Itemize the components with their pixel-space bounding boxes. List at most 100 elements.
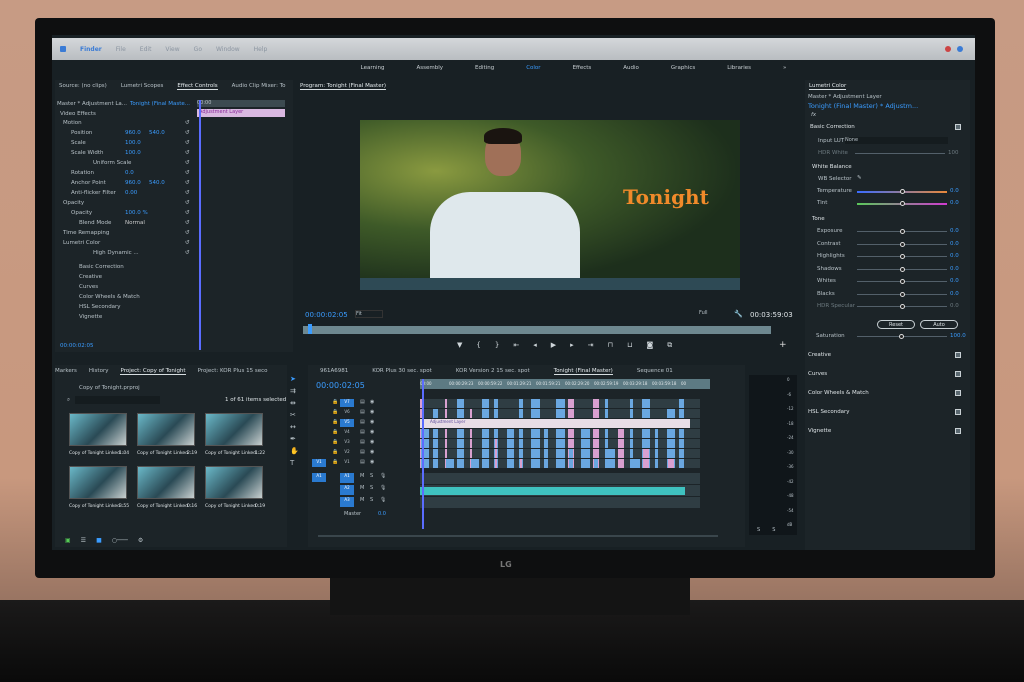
video-clip[interactable] (495, 459, 497, 468)
basic-correction-checkbox[interactable] (955, 124, 961, 130)
video-track-V7[interactable] (420, 399, 700, 408)
slider-value[interactable]: 0.0 (950, 303, 959, 309)
clip-name[interactable]: Copy of Tonight Linked... (137, 504, 192, 509)
source-patch[interactable]: V1 (312, 459, 326, 467)
video-clip[interactable] (494, 399, 498, 408)
timeline-tab[interactable]: Tonight (Final Master) (553, 368, 613, 375)
program-scrub-bar[interactable] (303, 326, 771, 334)
slider-value[interactable]: 0.0 (950, 253, 959, 259)
go-to-in-icon[interactable]: ⇤ (513, 341, 519, 350)
effect-row-label[interactable]: Motion (63, 120, 82, 126)
effect-row-label[interactable]: Lumetri Color (63, 240, 100, 246)
track-select-icon[interactable]: ⇉ (290, 387, 302, 395)
type-tool-icon[interactable]: T (290, 459, 302, 467)
video-clip[interactable] (445, 409, 447, 418)
workspace-effects[interactable]: Effects (573, 65, 592, 71)
video-clip[interactable] (568, 399, 574, 408)
video-clip[interactable] (433, 409, 438, 418)
video-clip[interactable] (519, 449, 523, 458)
video-clip[interactable] (655, 429, 658, 438)
clip-thumbnail[interactable] (205, 413, 263, 446)
settings-icon[interactable]: ⚙ (138, 537, 143, 544)
microphone-icon[interactable]: 🎙 (380, 485, 386, 491)
video-clip[interactable] (593, 449, 599, 458)
tone-heading[interactable]: Tone (812, 216, 825, 222)
section-hsl-secondary[interactable]: HSL Secondary (808, 409, 850, 415)
ec-timecode[interactable]: 00:00:02:05 (60, 343, 94, 349)
sync-icon[interactable]: ▤ (360, 399, 365, 405)
video-clip[interactable] (679, 449, 684, 458)
mute-button[interactable]: M (360, 497, 364, 503)
mute-button[interactable]: M (360, 485, 364, 491)
lumetri-sequence-select[interactable]: Tonight (Final Master) * Adjustm... (808, 102, 918, 110)
effect-row-label[interactable]: Vignette (79, 314, 102, 320)
video-clip[interactable] (667, 409, 675, 418)
video-clip[interactable] (471, 459, 479, 468)
eye-icon[interactable]: ◉ (370, 459, 374, 465)
video-clip[interactable] (581, 459, 590, 468)
video-clip[interactable] (532, 449, 539, 458)
video-clip[interactable] (433, 429, 438, 438)
clip-name[interactable]: Copy of Tonight Linked... (137, 451, 192, 456)
video-clip[interactable] (630, 399, 633, 408)
video-clip[interactable] (556, 409, 565, 418)
video-clip[interactable] (593, 409, 599, 418)
timeline-tab[interactable]: 961A6981 (320, 368, 348, 374)
auto-button[interactable]: Auto (920, 320, 958, 329)
video-clip[interactable] (630, 449, 633, 458)
slider-knob[interactable] (900, 304, 905, 309)
marker-icon[interactable]: ▼ (457, 341, 462, 350)
video-track-V2[interactable] (420, 449, 700, 458)
eye-icon[interactable]: ◉ (370, 429, 374, 435)
workspace-color[interactable]: Color (526, 65, 540, 71)
track-label[interactable]: V2 (340, 449, 354, 457)
video-clip[interactable] (642, 399, 650, 408)
effect-row-label[interactable]: Creative (79, 274, 102, 280)
program-title[interactable]: Program: Tonight (Final Master) (300, 83, 386, 90)
effect-row-label[interactable]: Anti-flicker Filter (71, 190, 116, 196)
section-checkbox[interactable] (955, 352, 961, 358)
video-clip[interactable] (642, 439, 650, 448)
reset-icon[interactable]: ↺ (185, 230, 190, 236)
video-clip[interactable] (667, 429, 675, 438)
video-clip[interactable] (544, 449, 548, 458)
slider-knob[interactable] (900, 229, 905, 234)
video-clip[interactable] (668, 459, 674, 468)
lumetri-title[interactable]: Lumetri Color (809, 83, 847, 90)
lock-icon[interactable]: 🔒 (332, 439, 338, 445)
pen-tool-icon[interactable]: ✒ (290, 435, 302, 443)
workspace-more-button[interactable]: » (783, 65, 786, 71)
menu-edit[interactable]: Edit (140, 46, 152, 53)
workspace-libraries[interactable]: Libraries (727, 65, 751, 71)
workspace-audio[interactable]: Audio (623, 65, 639, 71)
video-clip[interactable] (434, 459, 437, 468)
video-clip[interactable] (679, 399, 684, 408)
video-clip[interactable] (470, 429, 472, 438)
video-clip[interactable] (458, 459, 463, 468)
video-clip[interactable] (618, 449, 624, 458)
video-clip[interactable] (519, 439, 523, 448)
timeline-tab[interactable]: Sequence 01 (637, 368, 673, 374)
slider-knob[interactable] (900, 279, 905, 284)
audio-track-A1[interactable] (420, 473, 700, 484)
effect-row-value-2[interactable]: 540.0 (149, 180, 165, 186)
project-search-input[interactable] (75, 396, 160, 404)
eye-icon[interactable]: ◉ (370, 399, 374, 405)
saturation-value[interactable]: 100.0 (950, 333, 966, 339)
video-clip[interactable] (495, 449, 497, 458)
slider-value[interactable]: 0.0 (950, 291, 959, 297)
slider-value[interactable]: 0.0 (950, 228, 959, 234)
effect-row-label[interactable]: Curves (79, 284, 98, 290)
video-clip[interactable] (519, 409, 523, 418)
mute-button[interactable]: M (360, 473, 364, 479)
sync-icon[interactable]: ▤ (360, 459, 365, 465)
effect-row-value[interactable]: 0.00 (125, 190, 137, 196)
razor-tool-icon[interactable]: ✂ (290, 411, 302, 419)
basic-correction-heading[interactable]: Basic Correction (810, 124, 855, 130)
video-clip[interactable] (507, 449, 514, 458)
lock-icon[interactable]: 🔒 (332, 419, 338, 425)
apple-icon[interactable] (60, 46, 66, 52)
lock-icon[interactable]: ▣ (65, 537, 71, 544)
tab-project-kor-plus[interactable]: Project: KOR Plus 15 seco (198, 368, 268, 374)
video-clip[interactable] (446, 459, 454, 468)
